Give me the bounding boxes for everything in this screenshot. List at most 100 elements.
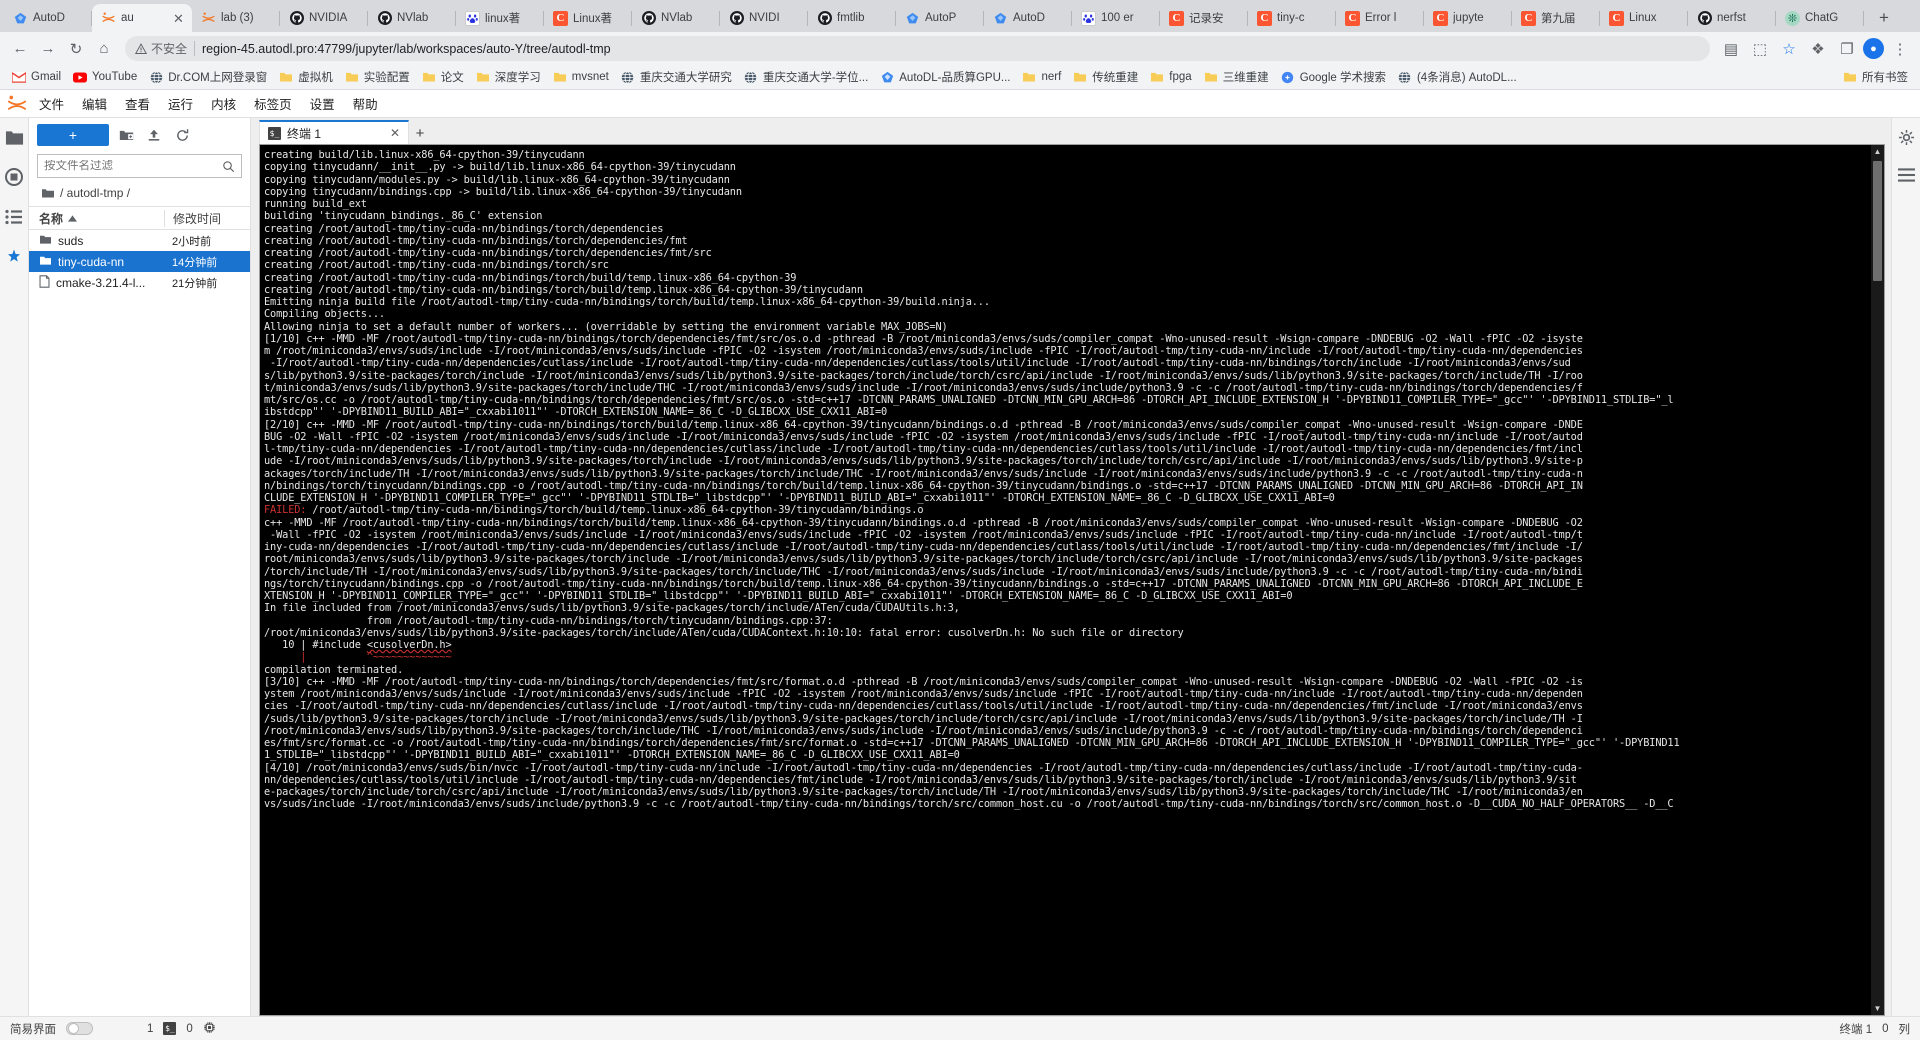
bookmark-item-3[interactable]: 虚拟机 (273, 67, 339, 87)
new-folder-icon[interactable] (115, 124, 137, 146)
menu-1[interactable]: 编辑 (73, 90, 116, 117)
bookmark-item-2[interactable]: Dr.COM上网登录窗 (143, 67, 273, 87)
terminal-line: 1_STDLIB="_libstdcpp"' '-DPYBIND11_BUILD… (264, 749, 960, 762)
menu-6[interactable]: 设置 (301, 90, 344, 117)
menu-0[interactable]: 文件 (30, 90, 73, 117)
bookmark-item-16[interactable]: (4条消息) AutoDL... (1392, 67, 1523, 87)
browser-tab-12[interactable]: 100 er (1072, 4, 1160, 32)
bookmark-item-10[interactable]: AutoDL-品质算GPU... (874, 67, 1016, 87)
chrome-menu-icon[interactable]: ⋮ (1887, 36, 1913, 62)
bookmark-item-4[interactable]: 实验配置 (339, 67, 416, 87)
browser-tab-13[interactable]: C 记录安 (1160, 4, 1248, 32)
column-header-name[interactable]: 名称 (39, 210, 164, 227)
browser-tab-17[interactable]: C 第九届 (1512, 4, 1600, 32)
bookmark-item-6[interactable]: 深度学习 (470, 67, 547, 87)
share-icon[interactable]: ⬚ (1747, 36, 1773, 62)
browser-tab-9[interactable]: fmtlib (808, 4, 896, 32)
commands-icon[interactable] (3, 206, 25, 228)
bookmark-item-9[interactable]: 重庆交通大学-学位... (738, 67, 874, 87)
browser-tab-14[interactable]: Ctiny-c (1248, 4, 1336, 32)
not-secure-badge[interactable]: 不安全 (135, 40, 187, 57)
file-list-item[interactable]: tiny-cuda-nn 14分钟前 (29, 251, 250, 272)
scrollbar-thumb[interactable] (1873, 161, 1882, 281)
all-bookmarks-button[interactable]: 所有书签 (1837, 67, 1914, 87)
bookmark-item-13[interactable]: fpga (1144, 68, 1197, 86)
file-filter-box[interactable] (37, 154, 242, 178)
browser-tab-1[interactable]: au ✕ (92, 4, 192, 32)
close-icon[interactable]: ✕ (171, 11, 186, 26)
bookmark-item-0[interactable]: Gmail (6, 68, 67, 86)
browser-tab-2[interactable]: lab (3) (192, 4, 280, 32)
bookmark-star-icon[interactable]: ☆ (1776, 36, 1802, 62)
bookmark-item-7[interactable]: mvsnet (547, 68, 615, 86)
breadcrumb[interactable]: / autodl-tmp / (29, 182, 250, 206)
bookmark-item-15[interactable]: Google 学术搜索 (1275, 67, 1392, 87)
terminal-scrollbar[interactable]: ▲ ▼ (1871, 145, 1884, 1015)
simple-interface-toggle[interactable] (66, 1022, 93, 1035)
terminal-line: building 'tinycudann_bindings._86_C' ext… (264, 210, 543, 223)
extension-manager-icon[interactable] (3, 246, 25, 268)
refresh-icon[interactable] (171, 124, 193, 146)
split-icon[interactable]: ❐ (1834, 36, 1860, 62)
scroll-up-arrow[interactable]: ▲ (1871, 145, 1884, 158)
terminal-line: /torch/include/TH -I/root/miniconda3/env… (264, 565, 1583, 578)
home-button[interactable]: ⌂ (91, 36, 117, 62)
cast-icon[interactable]: ▤ (1718, 36, 1744, 62)
browser-tab-7[interactable]: NVlab (632, 4, 720, 32)
browser-tab-3[interactable]: NVIDIA (280, 4, 368, 32)
debugger-icon[interactable] (1895, 164, 1917, 186)
main-dock-area: $_ 终端 1 ✕ + creating build/lib.linux-x86… (251, 118, 1891, 1016)
menu-5[interactable]: 标签页 (245, 90, 301, 117)
address-bar[interactable]: 不安全 region-45.autodl.pro:47799/jupyter/l… (125, 36, 1710, 61)
new-launcher-button[interactable]: + (37, 124, 109, 146)
bookmark-item-11[interactable]: nerf (1016, 68, 1067, 86)
property-inspector-icon[interactable] (1895, 126, 1917, 148)
folder-icon (345, 70, 359, 84)
browser-tab-8[interactable]: NVIDI (720, 4, 808, 32)
reload-button[interactable]: ↻ (63, 36, 89, 62)
bookmark-item-8[interactable]: 重庆交通大学研究 (615, 67, 738, 87)
browser-tab-6[interactable]: C Linux著 (544, 4, 632, 32)
terminal-line: running build_ext (264, 198, 367, 210)
terminal-output[interactable]: creating build/lib.linux-x86_64-cpython-… (260, 145, 1871, 1015)
forward-button[interactable]: → (35, 36, 61, 62)
menu-3[interactable]: 运行 (159, 90, 202, 117)
bookmark-item-5[interactable]: 论文 (416, 67, 470, 87)
file-list-item[interactable]: suds 2小时前 (29, 230, 250, 251)
tab-terminal-1[interactable]: $_ 终端 1 ✕ (259, 120, 409, 144)
file-filter-input[interactable] (44, 160, 218, 172)
bookmark-item-1[interactable]: YouTube (67, 68, 143, 86)
file-list-item[interactable]: cmake-3.21.4-l... 21分钟前 (29, 272, 250, 293)
back-button[interactable]: ← (7, 36, 33, 62)
browser-tab-15[interactable]: C Error l (1336, 4, 1424, 32)
close-icon[interactable]: ✕ (390, 126, 400, 140)
upload-icon[interactable] (143, 124, 165, 146)
bookmark-label: AutoDL-品质算GPU... (899, 72, 1011, 84)
browser-tab-0[interactable]: AutoD (4, 4, 92, 32)
browser-tab-16[interactable]: Cjupyte (1424, 4, 1512, 32)
browser-tab-5[interactable]: linux著 (456, 4, 544, 32)
browser-tab-4[interactable]: NVlab (368, 4, 456, 32)
extensions-icon[interactable]: ❖ (1805, 36, 1831, 62)
cpu-icon[interactable] (203, 1021, 216, 1037)
browser-tab-10[interactable]: AutoP (896, 4, 984, 32)
menu-2[interactable]: 查看 (116, 90, 159, 117)
menu-4[interactable]: 内核 (202, 90, 245, 117)
profile-avatar[interactable]: ● (1863, 38, 1884, 59)
bookmark-item-12[interactable]: 传统重建 (1067, 67, 1144, 87)
new-tab-button[interactable]: + (1870, 4, 1898, 32)
autodl-icon (993, 11, 1008, 26)
scroll-down-arrow[interactable]: ▼ (1871, 1002, 1884, 1015)
column-header-modified[interactable]: 修改时间 (164, 209, 250, 227)
running-terminals-icon[interactable] (3, 166, 25, 188)
browser-tab-18[interactable]: C Linux (1600, 4, 1688, 32)
terminal-icon[interactable]: $_ (163, 1022, 177, 1035)
browser-tab-11[interactable]: AutoD (984, 4, 1072, 32)
browser-tab-20[interactable]: ❊ ChatG (1776, 4, 1864, 32)
baidu-icon (1081, 10, 1096, 26)
menu-7[interactable]: 帮助 (344, 90, 387, 117)
bookmark-item-14[interactable]: 三维重建 (1198, 67, 1275, 87)
file-browser-icon[interactable] (3, 126, 25, 148)
new-tab-button[interactable]: + (409, 122, 431, 144)
browser-tab-19[interactable]: nerfst (1688, 4, 1776, 32)
